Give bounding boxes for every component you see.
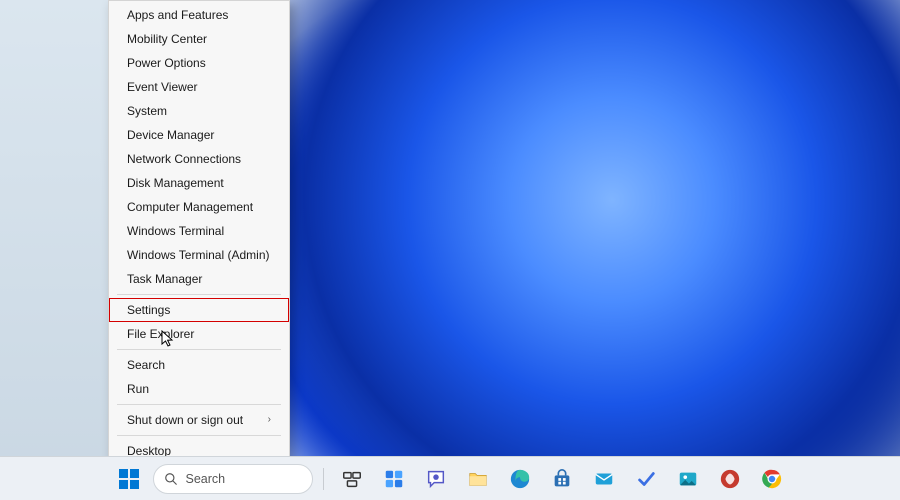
widgets-icon	[383, 468, 405, 490]
search-placeholder: Search	[186, 472, 226, 486]
menu-item-disk-management[interactable]: Disk Management	[109, 171, 289, 195]
menu-item-search[interactable]: Search	[109, 353, 289, 377]
chat-button[interactable]	[418, 461, 454, 497]
mail-icon	[593, 468, 615, 490]
taskbar-divider	[323, 468, 324, 490]
menu-item-network-connections[interactable]: Network Connections	[109, 147, 289, 171]
todo-icon	[635, 468, 657, 490]
menu-item-label: Event Viewer	[127, 80, 197, 94]
todo-button[interactable]	[628, 461, 664, 497]
menu-item-label: System	[127, 104, 167, 118]
menu-item-label: Windows Terminal	[127, 224, 224, 238]
menu-item-power-options[interactable]: Power Options	[109, 51, 289, 75]
taskbar: Search	[0, 456, 900, 500]
menu-item-label: Shut down or sign out	[127, 413, 243, 427]
menu-item-label: Windows Terminal (Admin)	[127, 248, 269, 262]
chrome-button[interactable]	[754, 461, 790, 497]
photos-button[interactable]	[670, 461, 706, 497]
menu-item-label: Computer Management	[127, 200, 253, 214]
menu-item-label: Apps and Features	[127, 8, 228, 22]
menu-item-settings[interactable]: Settings	[109, 298, 289, 322]
winx-context-menu: Apps and Features Mobility Center Power Op…	[108, 0, 290, 466]
store-button[interactable]	[544, 461, 580, 497]
start-button[interactable]	[111, 461, 147, 497]
menu-item-label: Disk Management	[127, 176, 224, 190]
edge-icon	[509, 468, 531, 490]
menu-item-task-manager[interactable]: Task Manager	[109, 267, 289, 291]
edge-button[interactable]	[502, 461, 538, 497]
menu-item-label: Settings	[127, 303, 170, 317]
task-view-button[interactable]	[334, 461, 370, 497]
menu-item-event-viewer[interactable]: Event Viewer	[109, 75, 289, 99]
menu-item-windows-terminal[interactable]: Windows Terminal	[109, 219, 289, 243]
menu-separator	[117, 349, 281, 350]
widgets-button[interactable]	[376, 461, 412, 497]
search-icon	[164, 472, 178, 486]
menu-item-label: Run	[127, 382, 149, 396]
menu-item-label: Device Manager	[127, 128, 214, 142]
menu-item-apps-and-features[interactable]: Apps and Features	[109, 3, 289, 27]
menu-item-device-manager[interactable]: Device Manager	[109, 123, 289, 147]
menu-item-windows-terminal-admin[interactable]: Windows Terminal (Admin)	[109, 243, 289, 267]
task-view-icon	[341, 468, 363, 490]
menu-item-label: Power Options	[127, 56, 206, 70]
menu-item-label: File Explorer	[127, 327, 194, 341]
app-button[interactable]	[712, 461, 748, 497]
menu-item-system[interactable]: System	[109, 99, 289, 123]
windows-logo-icon	[119, 469, 139, 489]
chat-icon	[425, 468, 447, 490]
folder-icon	[467, 468, 489, 490]
menu-separator	[117, 404, 281, 405]
mail-button[interactable]	[586, 461, 622, 497]
menu-item-label: Search	[127, 358, 165, 372]
menu-item-label: Network Connections	[127, 152, 241, 166]
menu-item-shutdown-signout[interactable]: Shut down or sign out ›	[109, 408, 289, 432]
file-explorer-button[interactable]	[460, 461, 496, 497]
photos-icon	[677, 468, 699, 490]
menu-item-file-explorer[interactable]: File Explorer	[109, 322, 289, 346]
menu-item-run[interactable]: Run	[109, 377, 289, 401]
chrome-icon	[761, 468, 783, 490]
chevron-right-icon: ›	[268, 413, 271, 427]
app-red-icon	[719, 468, 741, 490]
menu-item-computer-management[interactable]: Computer Management	[109, 195, 289, 219]
store-icon	[551, 468, 573, 490]
taskbar-search[interactable]: Search	[153, 464, 313, 494]
menu-separator	[117, 435, 281, 436]
menu-item-mobility-center[interactable]: Mobility Center	[109, 27, 289, 51]
menu-separator	[117, 294, 281, 295]
menu-item-label: Mobility Center	[127, 32, 207, 46]
menu-item-label: Task Manager	[127, 272, 202, 286]
